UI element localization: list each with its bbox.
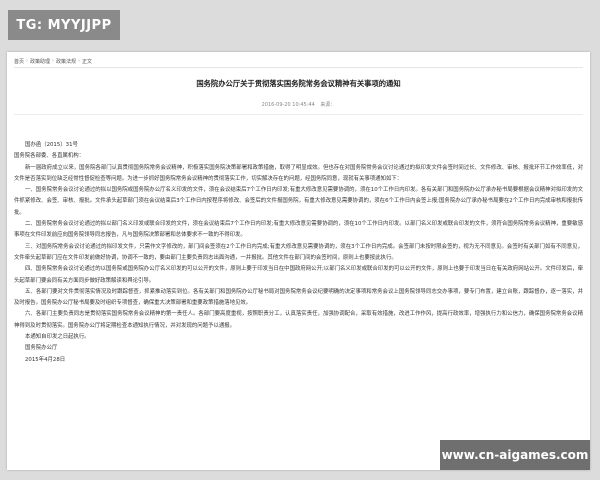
title-divider (14, 114, 583, 115)
breadcrumb: 首页 › 政策助理 › 政策法规 › 正文 (14, 58, 92, 65)
doc-number: 国办函〔2015〕31号 (25, 142, 78, 148)
doc-paragraph: 六、各部门主要负责同志是贯彻落实国务院常务会议精神的第一责任人。各部门要高度重视… (14, 311, 583, 329)
breadcrumb-current: 正文 (82, 59, 93, 65)
doc-sign-org: 国务院办公厅 (25, 345, 58, 352)
doc-sign-date: 2015年4月28日 (25, 356, 66, 363)
article-meta: 2016-09-20 10:45:44 来源： (7, 101, 590, 108)
article-date: 2016-09-20 10:45:44 (261, 102, 315, 108)
breadcrumb-separator: › (26, 58, 29, 64)
breadcrumb-divider (14, 67, 583, 68)
breadcrumb-policy-regulations[interactable]: 政策法规 (56, 58, 76, 65)
doc-paragraph: 三、对国务院常务会议讨论通过的拟印发文件，只需作文字修改的，部门间会签须在2个工… (14, 243, 583, 261)
doc-salutation: 国务院各部委、各直属机构： (14, 153, 85, 160)
bottom-watermark: www.cn-aigames.com (440, 440, 590, 470)
doc-paragraph: 四、国务院常务会议讨论通过的以国务院或国务院办公厅名义印发的可以公开的文件，原则… (14, 266, 583, 284)
doc-paragraph: 新一届政府成立以来，国务院各部门认真贯彻国务院常务会议精神，积极落实国务院决策部… (14, 164, 583, 182)
breadcrumb-separator: › (78, 58, 81, 64)
doc-paragraph: 五、各部门要对文件贯彻落实情况及时跟踪督查，抓紧推动落实到位。各有关部门和国务院… (14, 288, 583, 307)
doc-paragraph: 二、国务院常务会议讨论通过的拟以部门名义印发或联合印发的文件，须在会议结束后7个… (14, 221, 583, 239)
document-page: 首页 › 政策助理 › 政策法规 › 正文 国务院办公厅关于贯彻落实国务院常务会… (7, 52, 590, 470)
top-watermark: TG: MYYJJPP (8, 10, 120, 40)
breadcrumb-separator: › (52, 58, 55, 64)
article-source: 来源： (320, 102, 336, 108)
doc-paragraph: 一、国务院常务会议讨论通过的拟以国务院或国务院办公厅名义印发的文件，须在会议结束… (14, 187, 583, 216)
article-body: 国办函〔2015〕31号 国务院各部委、各直属机构： 新一届政府成立以来，国务院… (14, 140, 583, 366)
breadcrumb-home[interactable]: 首页 (14, 58, 24, 65)
breadcrumb-policy-assistant[interactable]: 政策助理 (30, 58, 50, 65)
article-title: 国务院办公厅关于贯彻落实国务院常务会议精神有关事项的通知 (196, 79, 401, 88)
doc-paragraph: 本通知自印发之日起执行。 (25, 334, 90, 341)
